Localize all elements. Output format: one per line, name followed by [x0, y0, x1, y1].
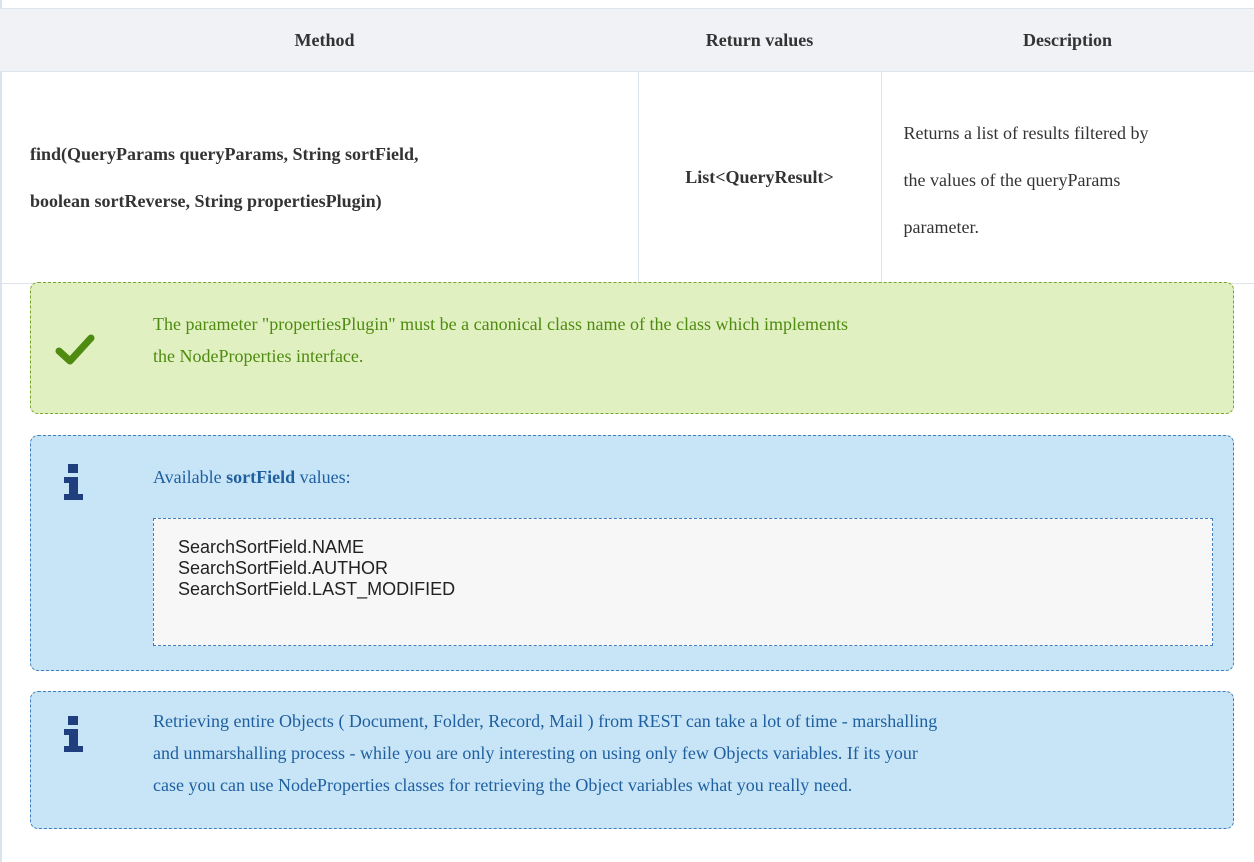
header-return-values: Return values [638, 8, 881, 72]
rest-callout-line-1: Retrieving entire Objects ( Document, Fo… [153, 711, 938, 731]
table-header-row: Method Return values Description [0, 8, 1254, 72]
success-callout: The parameter "propertiesPlugin" must be… [30, 282, 1234, 414]
description-line-2: the values of the queryParams [903, 169, 1121, 190]
method-signature-line-1: find(QueryParams queryParams, String sor… [30, 143, 419, 164]
info-icon [64, 464, 83, 500]
header-description: Description [881, 8, 1254, 72]
rest-callout-line-2: and unmarshalling process - while you ar… [153, 743, 918, 763]
method-cell: find(QueryParams queryParams, String sor… [0, 71, 639, 284]
table-row: find(QueryParams queryParams, String sor… [0, 71, 1254, 284]
info-callout-rest: Retrieving entire Objects ( Document, Fo… [30, 691, 1234, 829]
description-line-1: Returns a list of results filtered by [903, 122, 1149, 143]
success-callout-line-2: the NodeProperties interface. [153, 346, 364, 366]
info-callout-sortfield: Available sortField values: SearchSortFi… [30, 435, 1234, 671]
sortfield-keyword: sortField [226, 467, 296, 487]
checkmark-icon [55, 334, 95, 365]
sortfield-intro-prefix: Available [153, 467, 227, 487]
rest-callout-text: Retrieving entire Objects ( Document, Fo… [153, 705, 1213, 801]
code-line: SearchSortField.LAST_MODIFIED [178, 579, 456, 599]
code-line: SearchSortField.AUTHOR [178, 558, 389, 578]
code-line: SearchSortField.NAME [178, 537, 365, 557]
description-line-3: parameter. [903, 216, 979, 237]
success-callout-text: The parameter "propertiesPlugin" must be… [153, 308, 1213, 372]
method-signature-line-2: boolean sortReverse, String propertiesPl… [30, 190, 382, 211]
description-cell: Returns a list of results filtered by th… [881, 71, 1254, 284]
info-icon [64, 716, 83, 752]
return-value-cell: List<QueryResult> [638, 71, 882, 284]
methods-table: Method Return values Description find(Qu… [0, 8, 1254, 284]
rest-callout-line-3: case you can use NodeProperties classes … [153, 775, 853, 795]
sortfield-intro: Available sortField values: [153, 464, 1213, 490]
sortfield-intro-suffix: values: [295, 467, 351, 487]
code-block: SearchSortField.NAME SearchSortField.AUT… [153, 518, 1213, 646]
success-callout-line-1: The parameter "propertiesPlugin" must be… [153, 314, 848, 334]
header-method: Method [0, 8, 638, 72]
